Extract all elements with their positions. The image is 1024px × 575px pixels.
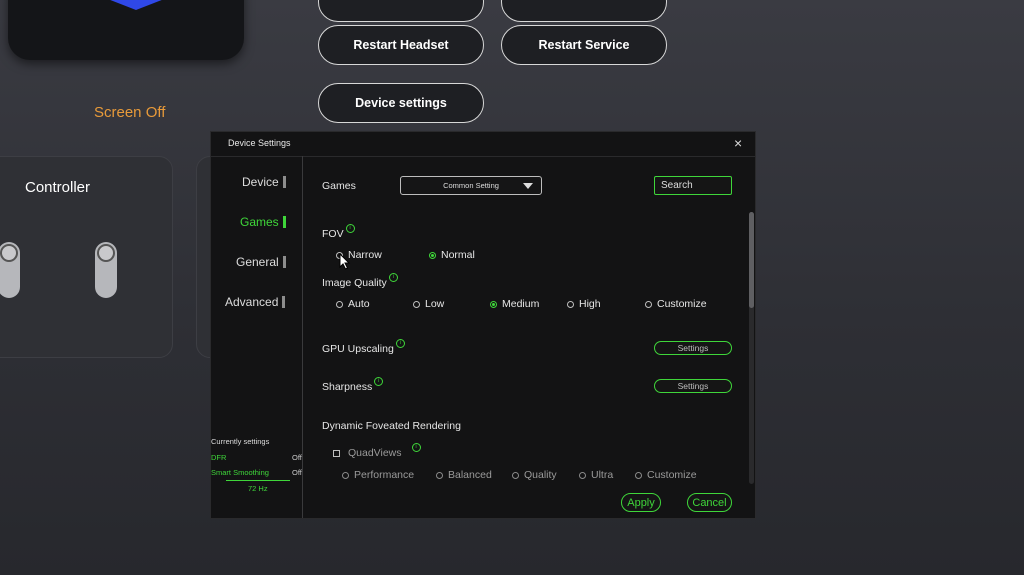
dfr-quality-radio[interactable]: Quality [512,469,557,481]
nav-divider [302,156,303,518]
nav-games[interactable]: Games [240,215,286,229]
dfr-balanced-radio[interactable]: Balanced [436,469,492,481]
smart-smoothing-label: Smart Smoothing [211,468,269,477]
games-label: Games [322,180,356,192]
cancel-button[interactable]: Cancel [687,493,732,512]
radio-dot [635,471,642,479]
gpu-upscaling-settings-button[interactable]: Settings [654,341,732,355]
info-icon[interactable]: i [374,377,384,386]
nav-indicator [282,256,286,268]
dfr-quality-label: Quality [524,469,557,481]
dfr-label: Dynamic Foveated Rendering [322,420,461,432]
dfr-status-value: Off [292,453,302,462]
radio-dot [645,300,652,308]
iq-auto-label: Auto [348,298,370,310]
restart-headset-button[interactable]: Restart Headset [318,25,484,65]
radio-dot [429,251,436,259]
info-icon[interactable]: i [388,273,398,282]
nav-games-label: Games [240,215,279,229]
dialog-title: Device Settings [228,138,291,148]
iq-customize-label: Customize [657,298,707,310]
dfr-customize-label: Customize [647,469,697,481]
nav-general[interactable]: General [236,255,286,269]
nav-indicator [282,216,286,228]
scrollbar-thumb[interactable] [749,212,754,308]
dfr-balanced-label: Balanced [448,469,492,481]
fov-normal-label: Normal [441,249,475,261]
games-select[interactable]: Common Setting [400,176,542,195]
chevron-down-icon [523,183,533,189]
dfr-customize-radio[interactable]: Customize [635,469,697,481]
radio-dot [512,471,519,479]
nav-device[interactable]: Device [242,175,286,189]
quadviews-label: QuadViews i [348,443,421,459]
iq-auto-radio[interactable]: Auto [336,298,370,310]
left-controller-icon [0,242,20,298]
smart-smoothing-value: Off [292,468,302,477]
fov-label-text: FOV [322,228,344,240]
info-icon[interactable]: i [411,443,421,452]
search-input[interactable]: Search [654,176,732,195]
headset-image [8,0,244,60]
dialog-header-divider [211,156,755,157]
mouse-cursor-icon [339,253,351,270]
image-quality-label-text: Image Quality [322,277,387,289]
current-settings-label: Currently settings [211,437,270,446]
radio-dot [342,471,349,479]
gpu-upscaling-label: GPU Upscaling i [322,339,405,355]
radio-dot [490,300,497,308]
radio-dot [579,471,586,479]
top-button-1[interactable] [318,0,484,22]
nav-indicator [282,176,286,188]
iq-low-radio[interactable]: Low [413,298,444,310]
screen-status: Screen Off [94,104,166,121]
dfr-ultra-label: Ultra [591,469,614,481]
refresh-rate-divider [226,480,290,481]
dfr-ultra-radio[interactable]: Ultra [579,469,613,481]
quadviews-label-text: QuadViews [348,447,402,459]
radio-dot [336,300,343,308]
radio-dot [413,300,420,308]
nav-device-label: Device [242,175,279,189]
nav-general-label: General [236,255,279,269]
iq-medium-radio[interactable]: Medium [490,298,539,310]
games-select-value: Common Setting [443,181,499,190]
dfr-performance-radio[interactable]: Performance [342,469,414,481]
close-icon[interactable]: × [734,135,742,151]
top-button-2[interactable] [501,0,667,22]
right-controller-icon [95,242,117,298]
restart-service-button[interactable]: Restart Service [501,25,667,65]
iq-customize-radio[interactable]: Customize [645,298,707,310]
dfr-performance-label: Performance [354,469,415,481]
nav-advanced-label: Advanced [225,295,279,309]
quadviews-checkbox[interactable] [333,450,340,457]
iq-low-label: Low [425,298,445,310]
fov-narrow-label: Narrow [348,249,382,261]
headset-logo-glow [100,0,172,10]
info-icon[interactable]: i [345,224,355,233]
fov-normal-radio[interactable]: Normal [429,249,475,261]
nav-indicator [282,296,286,308]
info-icon[interactable]: i [395,339,405,348]
dfr-status-label: DFR [211,453,227,462]
image-quality-label: Image Quality i [322,273,398,289]
apply-button[interactable]: Apply [621,493,661,512]
controller-title: Controller [25,179,91,196]
fov-label: FOV i [322,224,355,240]
gpu-upscaling-label-text: GPU Upscaling [322,343,394,355]
sharpness-label: Sharpness i [322,377,384,393]
iq-high-radio[interactable]: High [567,298,601,310]
radio-dot [567,300,574,308]
refresh-rate: 72 Hz [248,484,268,493]
iq-high-label: High [579,298,601,310]
iq-medium-label: Medium [502,298,540,310]
radio-dot [436,471,443,479]
nav-advanced[interactable]: Advanced [225,295,286,309]
sharpness-label-text: Sharpness [322,381,373,393]
device-settings-button[interactable]: Device settings [318,83,484,123]
sharpness-settings-button[interactable]: Settings [654,379,732,393]
